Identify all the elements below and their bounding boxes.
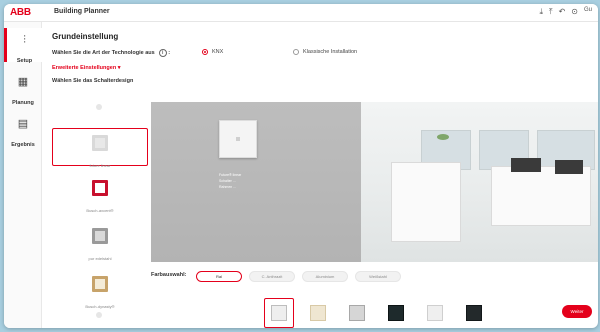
- switch-design-item[interactable]: Busch-dynasty®: [52, 270, 148, 309]
- color-swatch[interactable]: [466, 305, 482, 321]
- color-option-aluminium[interactable]: Aluminium: [302, 271, 348, 282]
- color-selection-label: Farbauswahl:: [151, 272, 187, 278]
- radio-knx-label: KNX: [212, 49, 224, 55]
- radio-knx-dot: [202, 49, 208, 55]
- wall-preview: Future® linear Schalter ... Rahmen ...: [151, 102, 361, 262]
- desk: [391, 162, 461, 242]
- room-preview: Future® linear Schalter ... Rahmen ...: [151, 102, 598, 262]
- color-swatch[interactable]: [310, 305, 326, 321]
- plant: [437, 134, 449, 140]
- color-swatch[interactable]: [427, 305, 443, 321]
- color-swatch[interactable]: [388, 305, 404, 321]
- switch-design-name: pur edelstahl: [88, 256, 112, 261]
- user-icon[interactable]: ⊙: [571, 7, 578, 17]
- switch-design-item[interactable]: future linear: [52, 128, 148, 168]
- color-option-weissstahl[interactable]: Weißstahl: [355, 271, 401, 282]
- top-actions: ⤓ ⤒ ↶ ⊙ Gu: [539, 7, 592, 17]
- technology-question-text: Wählen Sie die Art der Technologie aus: [52, 50, 155, 56]
- switch-thumbnail: [92, 228, 108, 244]
- monitor: [555, 160, 583, 174]
- upload-icon[interactable]: ⤒: [549, 7, 553, 17]
- scroll-up-indicator[interactable]: [96, 104, 102, 110]
- office-background-image: [361, 102, 598, 262]
- radio-classic-label: Klassische Installation: [303, 49, 358, 55]
- switch-design-list: future linear Busch-axcent® pur edelstah…: [52, 98, 148, 328]
- switch-info: Future® linear Schalter ... Rahmen ...: [219, 172, 241, 190]
- scroll-down-indicator[interactable]: [96, 312, 102, 318]
- switch-design-name: future linear: [89, 163, 111, 168]
- nav-label-ergebnis: Ergebnis: [11, 142, 35, 148]
- switch-thumbnail: [92, 135, 108, 151]
- app-title: Building Planner: [54, 8, 110, 15]
- next-button[interactable]: Weiter: [562, 305, 592, 318]
- clipboard-icon: ▤: [17, 118, 29, 130]
- nav-label-planung: Planung: [12, 100, 34, 106]
- switch-info-line: Rahmen ...: [219, 185, 237, 189]
- nav-item-setup[interactable]: ⫶ Setup: [4, 28, 42, 64]
- technology-question: Wählen Sie die Art der Technologie aus i…: [52, 49, 171, 57]
- color-swatch[interactable]: [349, 305, 365, 321]
- color-swatch[interactable]: [271, 305, 287, 321]
- floorplan-icon: ▦: [17, 76, 29, 88]
- download-icon[interactable]: ⤓: [539, 7, 543, 17]
- nav-item-ergebnis[interactable]: ▤ Ergebnis: [4, 112, 42, 148]
- user-name[interactable]: Gu: [584, 7, 592, 17]
- info-icon[interactable]: i: [158, 49, 167, 57]
- radio-knx[interactable]: KNX: [202, 49, 223, 55]
- chevron-down-icon: ▾: [117, 65, 121, 71]
- switch-design-name: Busch-axcent®: [86, 208, 114, 213]
- page-title: Grundeinstellung: [52, 32, 119, 41]
- top-bar: ABB Building Planner ⤓ ⤒ ↶ ⊙ Gu: [4, 4, 598, 22]
- switch-thumbnail: [92, 180, 108, 196]
- design-subtitle: Wählen Sie das Schalterdesign: [52, 78, 134, 84]
- color-option-ral[interactable]: Ral: [196, 271, 242, 282]
- switch-design-item[interactable]: pur edelstahl: [52, 222, 148, 261]
- advanced-settings-toggle[interactable]: Erweiterte Einstellungen ▾: [52, 65, 120, 71]
- sliders-icon: ⫶: [23, 34, 26, 46]
- switch-thumbnail: [92, 276, 108, 292]
- desk: [491, 166, 591, 226]
- switch-design-item[interactable]: Busch-axcent®: [52, 174, 148, 213]
- main-content: Grundeinstellung Wählen Sie die Art der …: [48, 22, 598, 328]
- color-option-anthrazit[interactable]: C. Anthrazit: [249, 271, 295, 282]
- abb-logo: ABB: [10, 7, 31, 18]
- radio-classic[interactable]: Klassische Installation: [293, 49, 357, 55]
- radio-classic-dot: [293, 49, 299, 55]
- advanced-settings-label: Erweiterte Einstellungen: [52, 65, 117, 71]
- nav-item-planung[interactable]: ▦ Planung: [4, 70, 42, 106]
- nav-label-setup: Setup: [16, 58, 33, 64]
- switch-plate-preview: [219, 120, 257, 158]
- undo-icon[interactable]: ↶: [559, 7, 566, 17]
- left-navigation: ⫶ Setup ▦ Planung ▤ Ergebnis: [4, 22, 42, 328]
- switch-design-name: Busch-dynasty®: [85, 304, 115, 309]
- monitor: [511, 158, 541, 172]
- app-window: ABB Building Planner ⤓ ⤒ ↶ ⊙ Gu ⫶ Setup …: [4, 4, 598, 328]
